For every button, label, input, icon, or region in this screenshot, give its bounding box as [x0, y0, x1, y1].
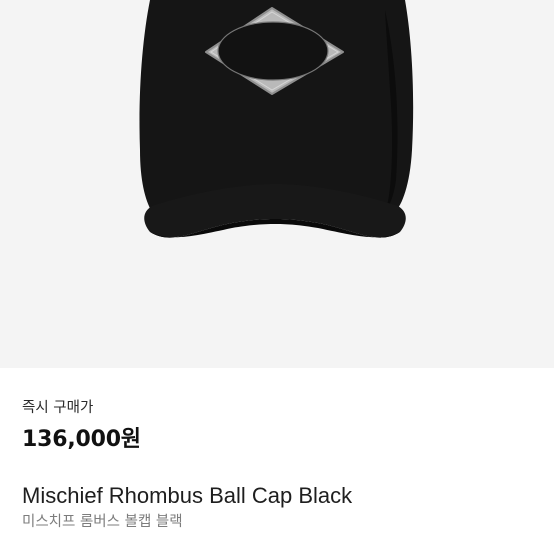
product-image[interactable]	[0, 0, 554, 368]
price-label: 즉시 구매가	[22, 400, 94, 416]
price-value: 136,000원	[22, 427, 141, 452]
product-title-ko[interactable]: 미스치프 롬버스 볼캡 블랙	[22, 512, 534, 532]
product-title-en[interactable]: Mischief Rhombus Ball Cap Black	[22, 482, 534, 510]
product-info: 즉시 구매가 136,000원 Mischief Rhombus Ball Ca…	[22, 398, 534, 532]
cap-image	[139, 0, 414, 238]
product-detail-page: 즉시 구매가 136,000원 Mischief Rhombus Ball Ca…	[0, 0, 554, 554]
